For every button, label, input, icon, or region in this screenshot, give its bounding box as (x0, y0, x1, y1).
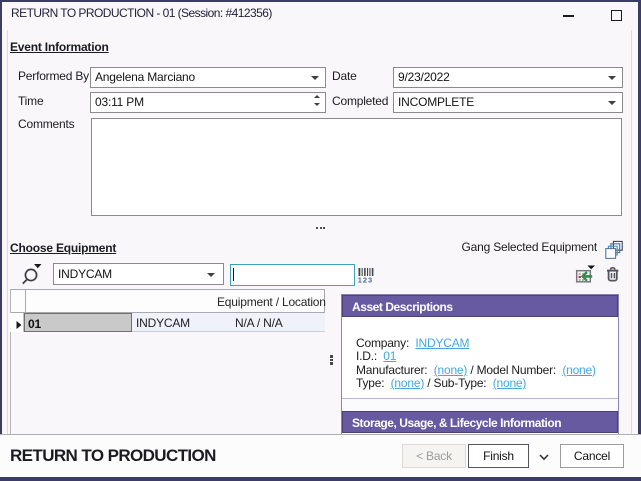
svg-text:123: 123 (358, 276, 373, 285)
